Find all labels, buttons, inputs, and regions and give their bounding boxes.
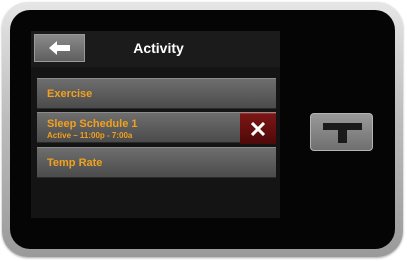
back-button[interactable]: [34, 34, 85, 62]
menu-item-temp-rate[interactable]: Temp Rate: [37, 147, 276, 178]
menu-item-label: Temp Rate: [47, 157, 103, 169]
close-icon: [251, 122, 265, 136]
arrow-left-icon: [49, 41, 70, 55]
menu-item-status: Active – 11:00p - 7:00a: [47, 131, 133, 140]
page-title: Activity: [133, 40, 184, 56]
menu-item-label: Exercise: [47, 88, 93, 100]
menu-item-exercise[interactable]: Exercise: [37, 78, 276, 109]
menu-item-sleep-schedule[interactable]: Sleep Schedule 1 Active – 11:00p - 7:00a: [37, 112, 276, 144]
header-bar: Activity: [31, 31, 280, 67]
touchscreen: Activity Exercise Sleep Schedule 1 Activ…: [31, 31, 280, 218]
hardware-t-button[interactable]: [310, 113, 373, 151]
menu-item-label: Sleep Schedule 1: [47, 118, 138, 130]
delete-button[interactable]: [240, 113, 276, 144]
t-logo-icon: [323, 123, 362, 143]
